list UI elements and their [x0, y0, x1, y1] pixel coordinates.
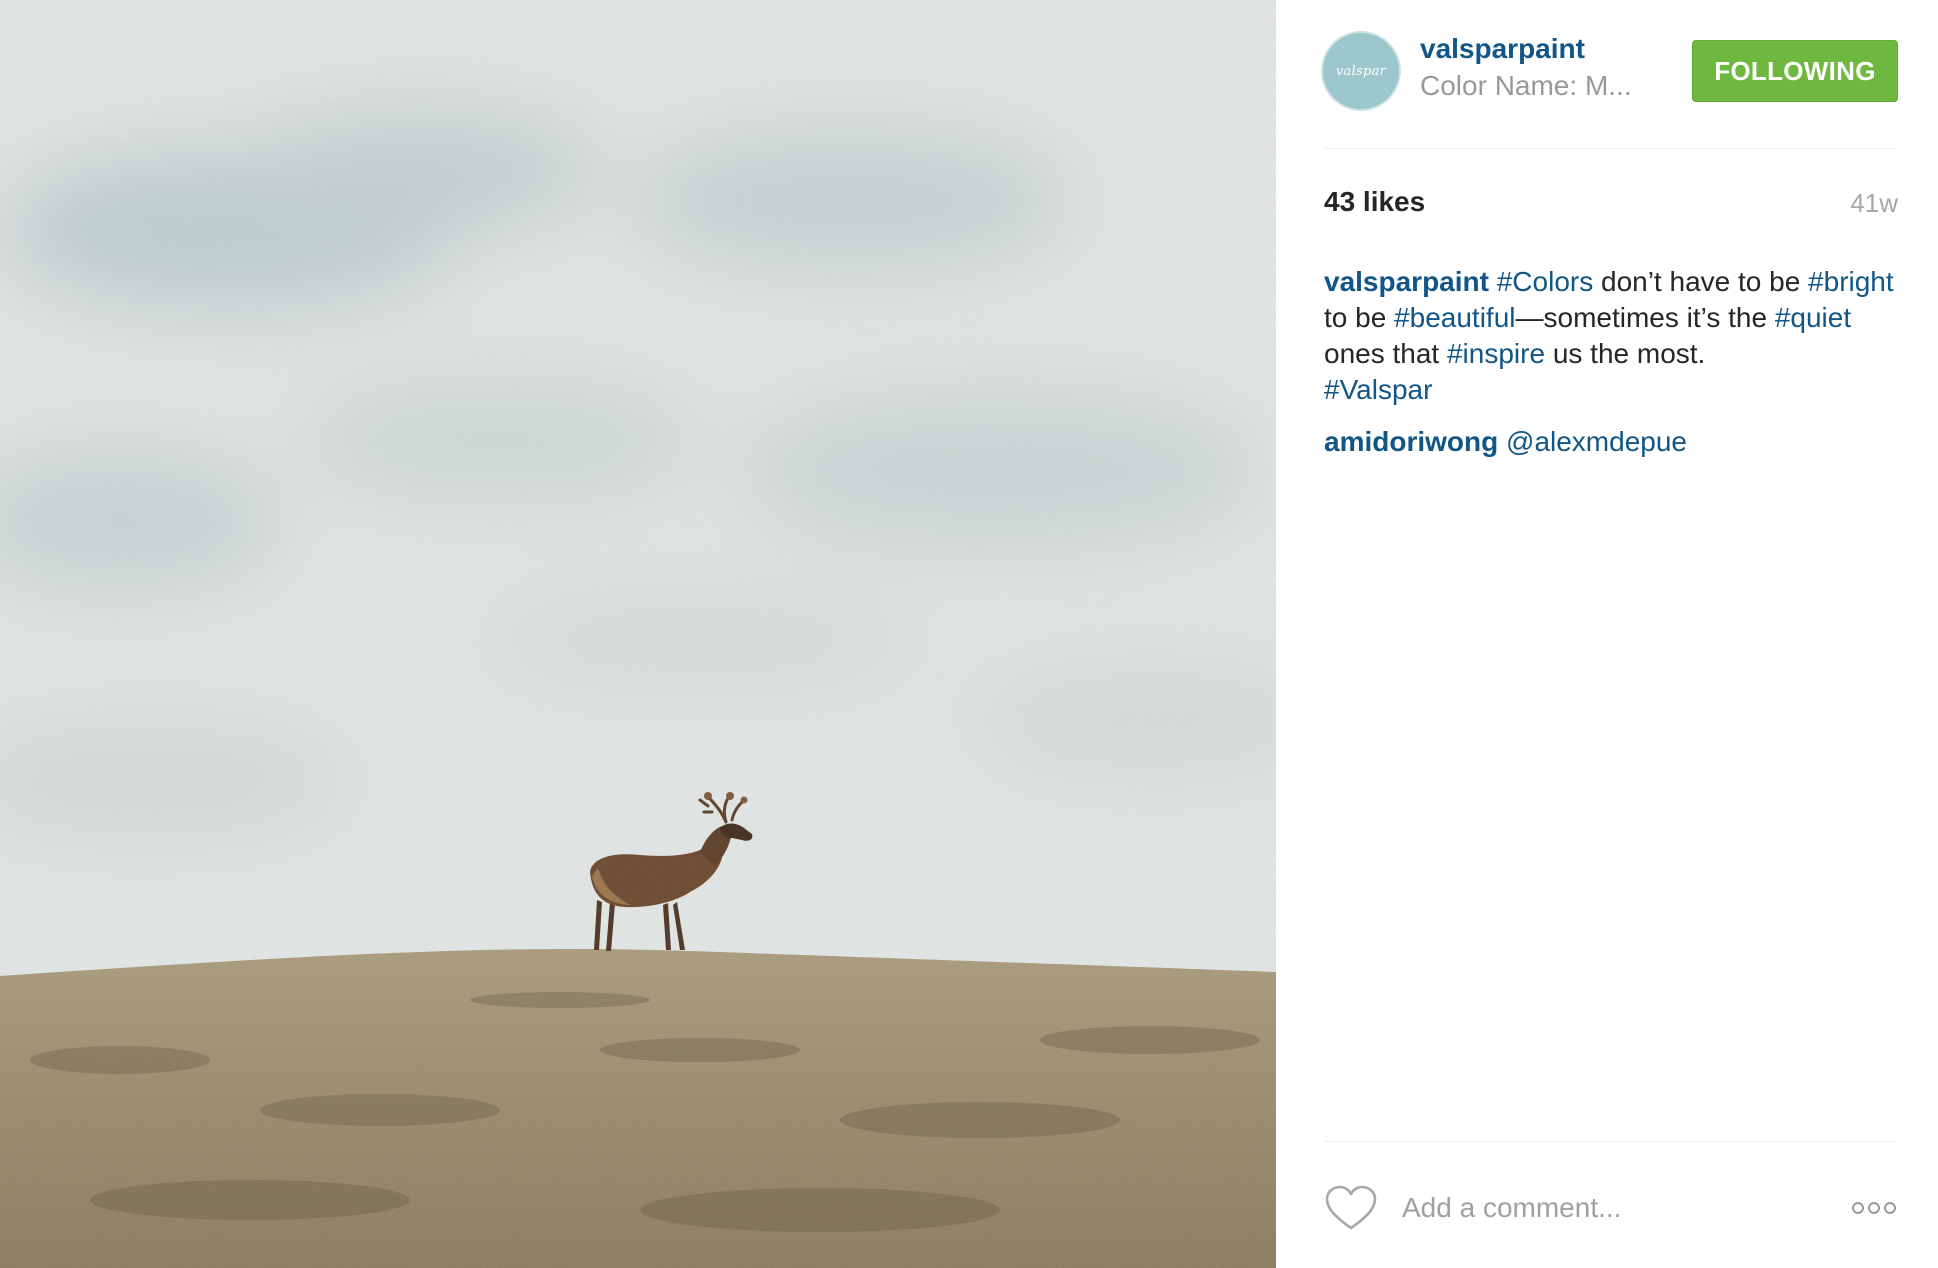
hashtag-quiet[interactable]: #quiet — [1775, 302, 1851, 333]
author-subtitle: Color Name: M... — [1420, 70, 1632, 101]
caption-text: don’t have to be — [1593, 266, 1809, 297]
comment-username-link[interactable]: amidoriwong — [1324, 426, 1498, 457]
hashtag-beautiful[interactable]: #beautiful — [1394, 302, 1515, 333]
caption-text: —sometimes it’s the — [1515, 302, 1775, 333]
post-actions — [1324, 1180, 1898, 1236]
likes-count[interactable]: 43 likes — [1324, 186, 1425, 218]
post-stats: 43 likes 41w — [1324, 186, 1898, 226]
avatar-logo-text: valspar — [1335, 63, 1387, 79]
avatar[interactable]: valspar — [1321, 31, 1401, 111]
post-photo[interactable] — [0, 0, 1276, 1268]
hashtag-inspire[interactable]: #inspire — [1447, 338, 1545, 369]
post-age[interactable]: 41w — [1850, 188, 1898, 219]
header-divider — [1324, 148, 1898, 149]
caption-username-link[interactable]: valsparpaint — [1324, 266, 1489, 297]
caption-text: to be — [1324, 302, 1395, 333]
hashtag-colors[interactable]: #Colors — [1497, 266, 1593, 297]
post-details-panel: valspar valsparpaint Color Name: M... FO… — [1276, 0, 1938, 1268]
following-button[interactable]: FOLLOWING — [1692, 40, 1898, 102]
add-comment-input[interactable] — [1402, 1186, 1802, 1230]
author-username-link[interactable]: valsparpaint — [1420, 33, 1585, 65]
post-caption: valsparpaint #Colors don’t have to be #b… — [1324, 264, 1904, 408]
post-header: valspar valsparpaint Color Name: M... FO… — [1276, 0, 1938, 150]
hashtag-bright[interactable]: #bright — [1808, 266, 1894, 297]
more-options-icon[interactable] — [1850, 1188, 1898, 1228]
caption-text: ones that — [1324, 338, 1447, 369]
caption-text: us the most. — [1545, 338, 1706, 369]
comment-mention-link[interactable]: @alexmdepue — [1506, 426, 1687, 457]
caribou-on-hill-image — [0, 0, 1276, 1268]
hashtag-valspar[interactable]: #Valspar — [1324, 374, 1432, 405]
heart-icon[interactable] — [1324, 1184, 1378, 1232]
comment-item: amidoriwong @alexmdepue — [1324, 424, 1898, 460]
footer-divider — [1324, 1141, 1898, 1142]
